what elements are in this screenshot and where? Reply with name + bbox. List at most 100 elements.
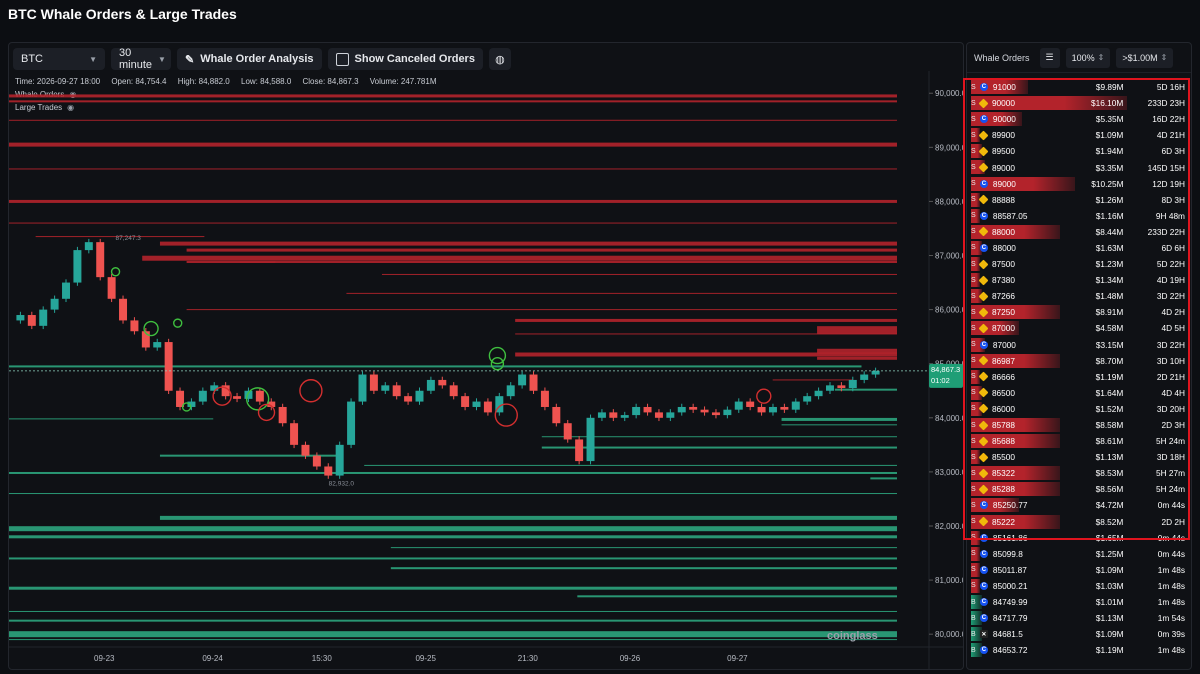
whale-order-row[interactable]: S 86000 $1.52M 3D 20H xyxy=(967,401,1191,417)
zoom-select[interactable]: 100% ⇕ xyxy=(1065,47,1111,68)
order-age: 3D 22H xyxy=(1156,339,1185,350)
whale-order-row[interactable]: S 85500 $1.13M 3D 18H xyxy=(967,449,1191,465)
candle-body xyxy=(746,401,755,407)
watermark-logo: coinglass xyxy=(827,630,878,642)
whale-order-row[interactable]: S C 85099.8 $1.25M 0m 44s xyxy=(967,546,1191,562)
order-price: 88000 xyxy=(991,226,1016,237)
coinbase-exchange-icon: C xyxy=(979,83,988,92)
whale-order-row[interactable]: S C 91000 $9.89M 5D 16H xyxy=(967,79,1191,95)
order-side: B xyxy=(971,614,976,622)
price-chart[interactable]: 90,000.0 89,000.0 88,000.0 87,000.0 86,000.0… xyxy=(9,71,963,669)
order-amount: $1.09M xyxy=(1095,564,1124,575)
whale-orders-title: Whale Orders xyxy=(974,52,1030,63)
order-side: B xyxy=(971,598,976,606)
whale-bid-line xyxy=(834,388,897,391)
zoom-value: 100% xyxy=(1071,52,1095,63)
order-amount: $3.35M xyxy=(1095,162,1124,173)
order-price: 84653.72 xyxy=(992,645,1028,656)
whale-bid-line xyxy=(781,417,897,421)
whale-order-row[interactable]: B C 84653.72 $1.19M 1m 48s xyxy=(967,642,1191,658)
settings-button[interactable]: ◍ xyxy=(488,48,511,70)
whale-ask-line xyxy=(186,248,898,252)
show-canceled-orders-toggle[interactable]: Show Canceled Orders xyxy=(327,48,483,70)
filter-settings-button[interactable]: ☰ xyxy=(1039,47,1060,68)
chevron-down-icon: ▼ xyxy=(158,54,166,64)
whale-order-row[interactable]: S 90000 $16.10M 233D 23H xyxy=(967,95,1191,111)
order-age: 233D 22H xyxy=(1147,226,1186,237)
whale-order-row[interactable]: S C 87000 $3.15M 3D 22H xyxy=(967,337,1191,353)
order-amount: $1.09M xyxy=(1095,130,1124,141)
order-amount: $8.44M xyxy=(1095,226,1124,237)
whale-order-row[interactable]: S 89000 $3.35M 145D 15H xyxy=(967,159,1191,175)
order-amount: $1.26M xyxy=(1095,194,1124,205)
order-age: 145D 15H xyxy=(1147,162,1186,173)
order-price: 85011.87 xyxy=(992,564,1027,575)
whale-order-analysis-button[interactable]: ✎ Whale Order Analysis xyxy=(177,48,322,70)
whale-ask-line xyxy=(159,241,897,246)
whale-order-row[interactable]: S C 85011.87 $1.09M 1m 48s xyxy=(967,562,1191,578)
order-age: 2D 21H xyxy=(1156,371,1186,382)
whale-order-row[interactable]: S 87250 $8.91M 4D 2H xyxy=(967,304,1191,320)
candle-body xyxy=(358,374,367,402)
candle-body xyxy=(825,385,834,391)
interval-select[interactable]: 30 minute ▼ xyxy=(111,47,171,71)
order-side: S xyxy=(971,115,976,123)
order-amount: $8.56M xyxy=(1095,484,1124,495)
order-amount: $1.09M xyxy=(1095,629,1124,640)
candle-body xyxy=(643,406,652,413)
symbol-select[interactable]: BTC ▼ xyxy=(13,48,105,70)
min-size-filter-select[interactable]: >$1.00M ⇕ xyxy=(1116,47,1174,68)
candle-body xyxy=(575,439,584,462)
candle-body xyxy=(609,412,618,418)
order-price: 87000 xyxy=(992,339,1016,350)
whale-order-row[interactable]: S 85688 $8.61M 5H 24m xyxy=(967,433,1191,449)
order-price: 87250 xyxy=(991,307,1016,318)
whale-order-row[interactable]: S 87380 $1.34M 4D 19H xyxy=(967,272,1191,288)
whale-order-row[interactable]: S C 85250.77 $4.72M 0m 44s xyxy=(967,497,1191,513)
candle-body xyxy=(597,412,606,418)
whale-order-row[interactable]: S C 85161.86 $1.65M 0m 44s xyxy=(967,530,1191,546)
order-age: 5D 16H xyxy=(1156,82,1185,93)
order-age: 1m 48s xyxy=(1157,645,1185,656)
whale-ask-line xyxy=(9,119,897,121)
whale-ask-line xyxy=(9,142,897,147)
order-amount: $1.13M xyxy=(1095,452,1124,463)
whale-order-row[interactable]: S 89900 $1.09M 4D 21H xyxy=(967,127,1191,143)
palette-icon: ◍ xyxy=(495,53,505,66)
coinbase-exchange-icon: C xyxy=(979,340,988,349)
whale-order-row[interactable]: S C 90000 $5.35M 16D 22H xyxy=(967,111,1191,127)
whale-order-row[interactable]: B C 84717.79 $1.13M 1m 54s xyxy=(967,610,1191,626)
whale-order-row[interactable]: S 87000 $4.58M 4D 5H xyxy=(967,320,1191,336)
order-amount: $8.53M xyxy=(1095,468,1124,479)
whale-order-row[interactable]: S 86500 $1.64M 4D 4H xyxy=(967,385,1191,401)
candle-body xyxy=(837,385,846,389)
whale-order-row[interactable]: S C 88587.05 $1.16M 9H 48m xyxy=(967,208,1191,224)
order-age: 5H 24m xyxy=(1155,436,1186,447)
whale-order-row[interactable]: S 85788 $8.58M 2D 3H xyxy=(967,417,1191,433)
whale-order-row[interactable]: S 89500 $1.94M 6D 3H xyxy=(967,143,1191,159)
order-price: 85322 xyxy=(991,468,1016,479)
whale-order-row[interactable]: S 88888 $1.26M 8D 3H xyxy=(967,192,1191,208)
whale-order-row[interactable]: S 86987 $8.70M 3D 10H xyxy=(967,353,1191,369)
whale-order-row[interactable]: B C 84749.99 $1.01M 1m 48s xyxy=(967,594,1191,610)
large-trade-marker xyxy=(299,379,323,403)
whale-order-row[interactable]: S 86666 $1.19M 2D 21H xyxy=(967,369,1191,385)
order-price: 88587.05 xyxy=(992,210,1028,221)
candle-body xyxy=(677,406,686,413)
order-age: 1m 48s xyxy=(1157,580,1185,591)
whale-order-row[interactable]: S 88000 $8.44M 233D 22H xyxy=(967,224,1191,240)
whale-order-row[interactable]: B ✕ 84681.5 $1.09M 0m 39s xyxy=(967,626,1191,642)
whale-order-row[interactable]: S 85222 $8.52M 2D 2H xyxy=(967,514,1191,530)
x-tick-label: 15:30 xyxy=(312,654,333,663)
coinbase-exchange-icon: C xyxy=(979,581,988,590)
whale-order-row[interactable]: S 85288 $8.56M 5H 24m xyxy=(967,481,1191,497)
whale-order-row[interactable]: S C 89000 $10.25M 12D 19H xyxy=(967,176,1191,192)
whale-ask-line xyxy=(515,318,897,322)
whale-order-row[interactable]: S 85322 $8.53M 5H 27m xyxy=(967,465,1191,481)
whale-order-row[interactable]: S 87266 $1.48M 3D 22H xyxy=(967,288,1191,304)
whale-order-row[interactable]: S 87500 $1.23M 5D 22H xyxy=(967,256,1191,272)
candle-body xyxy=(415,390,424,402)
whale-order-row[interactable]: S C 88000 $1.63M 6D 6H xyxy=(967,240,1191,256)
whale-order-row[interactable]: S C 85000.21 $1.03M 1m 48s xyxy=(967,578,1191,594)
order-amount: $1.19M xyxy=(1095,371,1124,382)
